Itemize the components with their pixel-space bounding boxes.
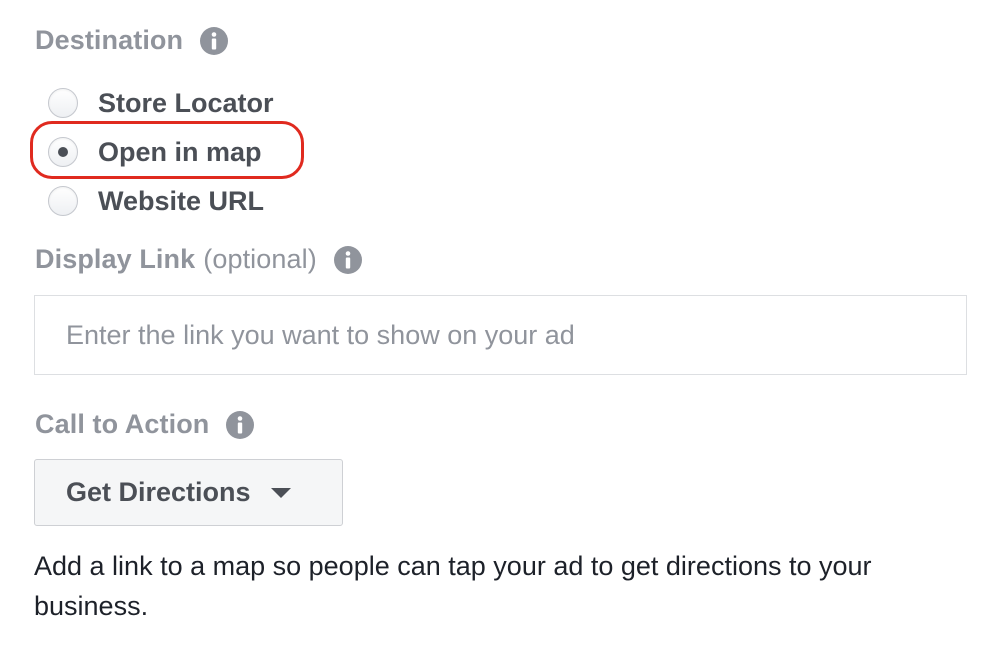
display-link-label: Display Link bbox=[35, 244, 196, 274]
destination-header: Destination bbox=[35, 25, 229, 56]
info-icon[interactable] bbox=[333, 245, 363, 275]
radio-button[interactable] bbox=[48, 186, 78, 216]
optional-label: (optional) bbox=[203, 244, 317, 274]
radio-label: Store Locator bbox=[98, 87, 274, 118]
info-icon[interactable] bbox=[225, 410, 255, 440]
display-link-input[interactable] bbox=[34, 295, 967, 375]
radio-button-selected[interactable] bbox=[48, 137, 78, 167]
radio-button[interactable] bbox=[48, 88, 78, 118]
dropdown-selected-value: Get Directions bbox=[66, 477, 251, 507]
radio-store-locator[interactable]: Store Locator bbox=[48, 83, 274, 123]
call-to-action-dropdown[interactable]: Get Directions bbox=[34, 459, 343, 526]
radio-open-in-map[interactable]: Open in map bbox=[48, 132, 262, 172]
radio-label: Open in map bbox=[98, 136, 262, 167]
call-to-action-header: Call to Action bbox=[35, 409, 255, 440]
radio-label: Website URL bbox=[98, 185, 265, 216]
info-icon[interactable] bbox=[199, 26, 229, 56]
display-link-header: Display Link (optional) bbox=[35, 244, 363, 275]
call-to-action-label: Call to Action bbox=[35, 409, 210, 439]
caret-down-icon bbox=[270, 487, 291, 498]
radio-selected-dot bbox=[58, 147, 68, 157]
destination-label: Destination bbox=[35, 25, 184, 55]
radio-website-url[interactable]: Website URL bbox=[48, 181, 264, 221]
helper-text: Add a link to a map so people can tap yo… bbox=[34, 551, 872, 621]
